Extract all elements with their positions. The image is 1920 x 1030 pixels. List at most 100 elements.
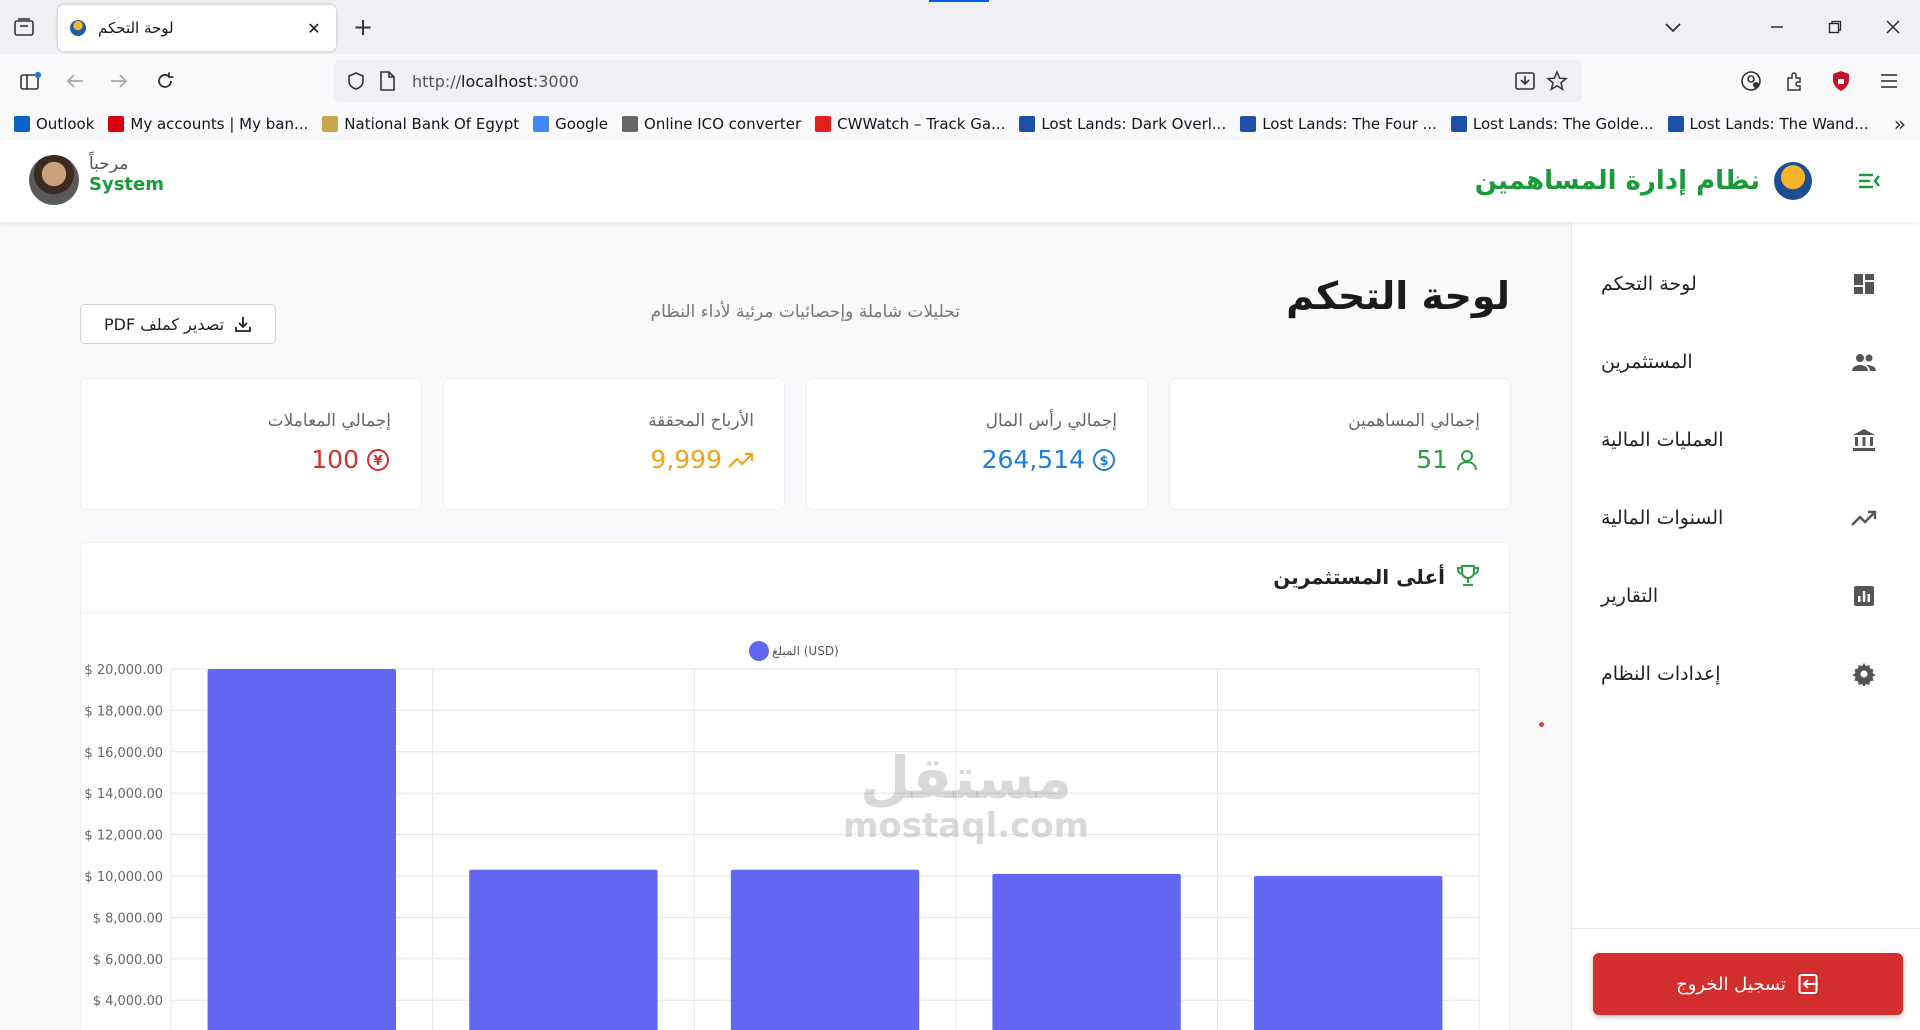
stat-card-capital: إجمالي رأس المال $ 264,514 xyxy=(806,378,1148,510)
trend-up-icon xyxy=(728,447,754,473)
hamburger-menu-icon[interactable] xyxy=(1876,68,1902,94)
greeting-text: مرحباً xyxy=(89,154,129,174)
browser-tab[interactable]: لوحة التحكم ✕ xyxy=(58,5,336,51)
star-icon[interactable] xyxy=(1546,70,1568,96)
app-header: مرحباً System نظام إدارة المساهمين xyxy=(0,140,1920,222)
back-icon[interactable] xyxy=(62,68,88,94)
logout-button[interactable]: تسجيل الخروج xyxy=(1593,953,1903,1015)
bookmark-favicon-icon xyxy=(1240,116,1257,132)
brand-logo-icon xyxy=(1774,162,1812,200)
bookmark-item[interactable]: My accounts | My ban... xyxy=(108,115,308,133)
chart-bar[interactable] xyxy=(992,873,1181,1030)
extensions-icon[interactable] xyxy=(1782,68,1808,94)
sidebar-item-transactions[interactable]: العمليات المالية xyxy=(1571,408,1920,472)
sidebar-item-settings[interactable]: إعدادات النظام xyxy=(1571,642,1920,706)
export-label: تصدير كملف PDF xyxy=(103,314,225,334)
sidebar-toggle-icon[interactable] xyxy=(18,68,44,94)
page-icon[interactable] xyxy=(378,71,396,95)
report-icon xyxy=(1850,582,1878,610)
y-tick-label: $ 16,000.00 xyxy=(84,746,163,761)
stat-label: إجمالي المساهمين xyxy=(1348,411,1480,431)
tab-close-icon[interactable]: ✕ xyxy=(304,19,324,38)
stat-label: إجمالي المعاملات xyxy=(267,411,391,431)
tab-overview-icon[interactable] xyxy=(10,15,38,39)
restore-icon[interactable] xyxy=(1822,14,1848,40)
browser-nav-bar: http://localhost:3000 xyxy=(0,54,1920,108)
stat-label: إجمالي رأس المال xyxy=(985,411,1117,431)
gear-icon xyxy=(1850,660,1878,688)
save-page-icon[interactable] xyxy=(1514,70,1536,96)
bookmark-label: Outlook xyxy=(36,115,95,133)
sidebar-item-label: السنوات المالية xyxy=(1601,507,1724,529)
trending-icon xyxy=(1850,504,1878,532)
sidebar-item-dashboard[interactable]: لوحة التحكم xyxy=(1571,252,1920,316)
stat-label: الأرباح المحققة xyxy=(648,411,754,431)
avatar[interactable] xyxy=(29,155,79,205)
svg-text:¥: ¥ xyxy=(373,454,382,469)
reload-icon[interactable] xyxy=(152,68,178,94)
ublock-icon[interactable] xyxy=(1828,68,1854,94)
bookmark-item[interactable]: Lost Lands: The Four ... xyxy=(1240,115,1437,133)
chart-bar[interactable] xyxy=(469,869,658,1030)
y-tick-label: $ 18,000.00 xyxy=(84,704,163,719)
stat-card-shareholders: إجمالي المساهمين 51 xyxy=(1169,378,1511,510)
stat-number: 51 xyxy=(1416,445,1448,474)
people-icon xyxy=(1850,348,1878,376)
bookmark-item[interactable]: Lost Lands: The Golde... xyxy=(1450,115,1654,133)
bookmark-favicon-icon xyxy=(14,116,30,132)
tab-indicator xyxy=(929,0,989,2)
sidebar-item-label: إعدادات النظام xyxy=(1601,663,1721,685)
page-subtitle: تحليلات شاملة وإحصائيات مرئية لأداء النظ… xyxy=(650,302,960,322)
logout-icon xyxy=(1798,973,1820,995)
bookmark-favicon-icon xyxy=(108,116,125,132)
forward-icon[interactable] xyxy=(106,68,132,94)
close-window-icon[interactable] xyxy=(1880,14,1906,40)
url-bar[interactable]: http://localhost:3000 xyxy=(334,60,1582,102)
sidebar-item-investors[interactable]: المستثمرين xyxy=(1571,330,1920,394)
url-text[interactable]: http://localhost:3000 xyxy=(412,72,579,91)
dashboard-icon xyxy=(1850,270,1878,298)
bookmark-item[interactable]: National Bank Of Egypt xyxy=(322,115,519,133)
bookmark-label: Google xyxy=(555,115,609,133)
new-tab-icon[interactable]: + xyxy=(350,12,376,42)
bookmark-label: Lost Lands: The Wand... xyxy=(1689,115,1869,133)
chart-bar[interactable] xyxy=(207,669,396,1030)
chart-bar[interactable] xyxy=(730,869,920,1030)
bookmark-item[interactable]: Outlook xyxy=(14,115,94,133)
export-pdf-button[interactable]: تصدير كملف PDF xyxy=(80,304,276,344)
legend-swatch xyxy=(749,641,769,661)
bookmark-favicon-icon xyxy=(322,116,339,132)
bookmark-item[interactable]: Google xyxy=(533,115,608,133)
y-tick-label: $ 8,000.00 xyxy=(93,911,163,926)
sidebar-item-fiscal-years[interactable]: السنوات المالية xyxy=(1571,486,1920,550)
chart-bar[interactable] xyxy=(1254,876,1443,1030)
brand: نظام إدارة المساهمين xyxy=(1475,158,1812,204)
stat-card-profits: الأرباح المحققة 9,999 xyxy=(443,378,785,510)
bookmark-item[interactable]: Lost Lands: The Wand... xyxy=(1667,115,1869,133)
logout-label: تسجيل الخروج xyxy=(1676,973,1786,995)
menu-collapse-icon[interactable] xyxy=(1856,168,1882,194)
sidebar-item-reports[interactable]: التقارير xyxy=(1571,564,1920,628)
bookmark-favicon-icon xyxy=(1450,116,1467,132)
y-tick-label: $ 12,000.00 xyxy=(84,829,163,844)
bookmark-label: Lost Lands: The Golde... xyxy=(1472,115,1654,133)
chevron-down-icon[interactable] xyxy=(1660,14,1686,40)
chevron-double-right-icon[interactable]: » xyxy=(1894,112,1906,136)
sidebar-item-label: لوحة التحكم xyxy=(1601,273,1697,295)
sidebar-item-label: التقارير xyxy=(1601,585,1659,607)
bookmark-item[interactable]: CWWatch – Track Ga... xyxy=(815,115,1005,133)
sidebar: لوحة التحكم المستثمرين العمليات المالية … xyxy=(1571,222,1920,1030)
legend-item[interactable]: المبلغ (USD) xyxy=(749,641,839,661)
minimize-icon[interactable] xyxy=(1764,14,1790,40)
bookmark-favicon-icon xyxy=(1019,116,1036,132)
y-tick-label: $ 14,000.00 xyxy=(84,787,163,802)
shield-icon[interactable] xyxy=(346,71,366,95)
download-icon xyxy=(234,315,252,333)
bookmark-item[interactable]: Lost Lands: Dark Overl... xyxy=(1019,115,1226,133)
bookmark-item[interactable]: Online ICO converter xyxy=(622,115,801,133)
brand-name: نظام إدارة المساهمين xyxy=(1474,166,1760,196)
bookmark-label: Lost Lands: The Four ... xyxy=(1262,115,1437,133)
y-tick-label: $ 10,000.00 xyxy=(84,870,163,885)
stat-number: 9,999 xyxy=(650,445,722,474)
account-icon[interactable] xyxy=(1738,68,1764,94)
